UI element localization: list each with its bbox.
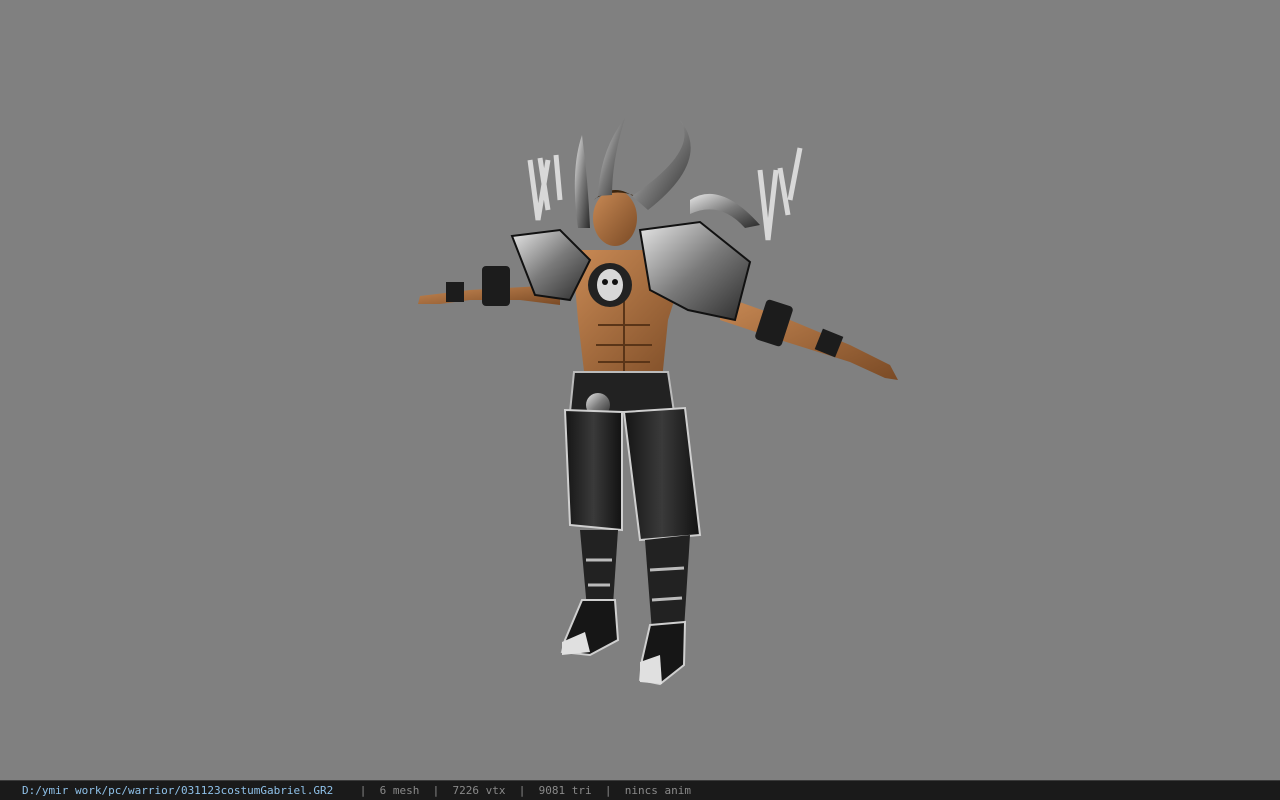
separator: | bbox=[359, 784, 367, 797]
3d-viewport[interactable] bbox=[0, 0, 1280, 780]
vertex-count: 7226 vtx bbox=[452, 784, 506, 797]
separator: | bbox=[604, 784, 612, 797]
mesh-count: 6 mesh bbox=[379, 784, 420, 797]
separator: | bbox=[518, 784, 526, 797]
file-path: D:/ymir work/pc/warrior/031123costumGabr… bbox=[22, 784, 334, 797]
status-bar: D:/ymir work/pc/warrior/031123costumGabr… bbox=[0, 780, 1280, 800]
animation-status: nincs anim bbox=[624, 784, 691, 797]
triangle-count: 9081 tri bbox=[538, 784, 592, 797]
warrior-character-model[interactable] bbox=[0, 0, 1280, 780]
separator: | bbox=[432, 784, 440, 797]
